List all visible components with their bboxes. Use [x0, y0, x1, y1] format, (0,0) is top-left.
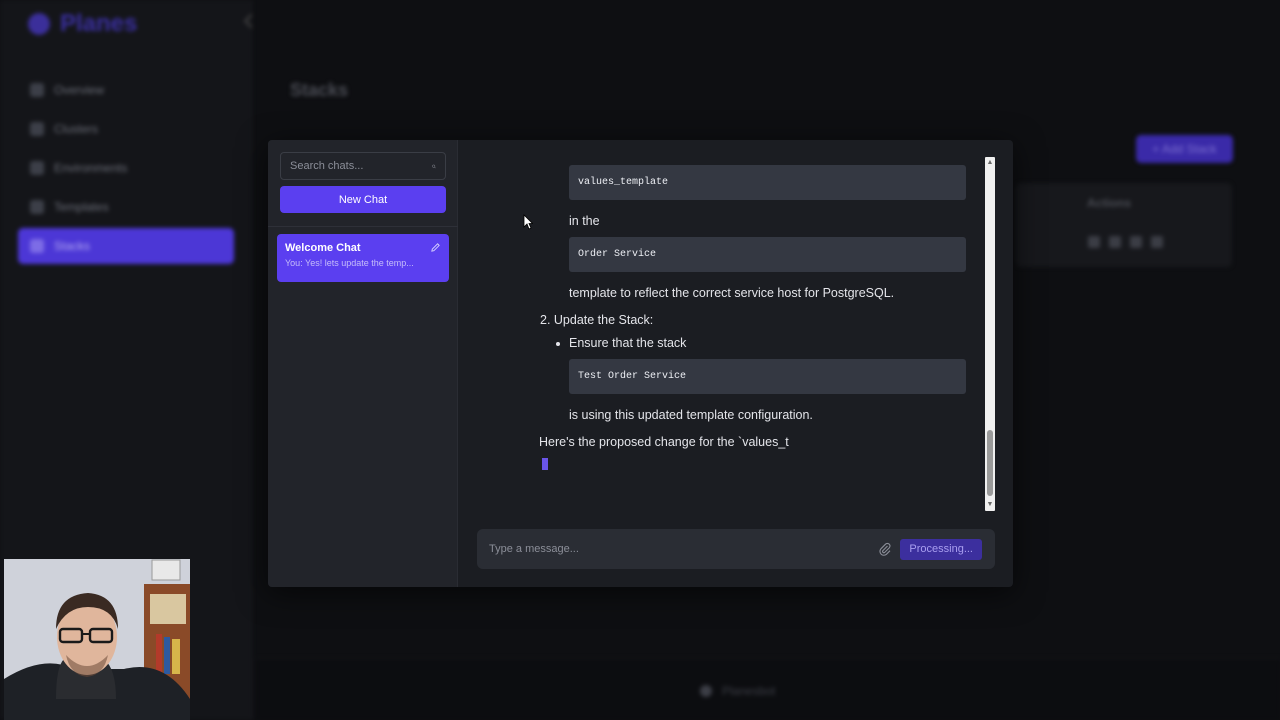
chat-list-item[interactable]: Welcome Chat You: Yes! lets update the t…	[277, 234, 449, 282]
nav-item-templates[interactable]: Templates	[18, 189, 234, 225]
inline-code-block: Order Service	[569, 237, 966, 272]
message-text: template to reflect the correct service …	[569, 286, 895, 300]
step-heading: 2. Update the Stack:	[540, 313, 654, 327]
table-header-actions: Actions	[1087, 196, 1132, 210]
view-icon[interactable]	[1088, 236, 1100, 248]
footer-bot-label[interactable]: Planesbot	[700, 684, 775, 698]
chat-item-title: Welcome Chat	[285, 242, 361, 254]
inline-code-block: Test Order Service	[569, 359, 966, 394]
scroll-down-arrow-icon[interactable]: ▼	[985, 499, 995, 511]
message-composer: Processing...	[477, 529, 995, 569]
paperclip-icon[interactable]	[878, 542, 892, 556]
nav-item-overview[interactable]: Overview	[18, 72, 234, 108]
bot-icon	[700, 685, 712, 697]
nav-item-label: Clusters	[54, 122, 99, 136]
message-text: is using this updated template configura…	[569, 408, 813, 422]
message-text: Ensure that the stack	[569, 336, 687, 350]
settings-icon[interactable]	[1130, 236, 1142, 248]
footer-label-text: Planesbot	[722, 684, 776, 698]
chat-modal: New Chat Welcome Chat You: Yes! lets upd…	[268, 140, 1013, 587]
processing-button[interactable]: Processing...	[900, 538, 982, 560]
app-logo: Planes	[28, 10, 137, 38]
sidebar-divider	[268, 226, 458, 227]
bullet-marker	[556, 342, 560, 346]
row-action-icons	[1088, 236, 1163, 248]
overview-icon	[30, 83, 44, 97]
message-scrollbar[interactable]: ▲ ▼	[985, 157, 995, 511]
scroll-up-arrow-icon[interactable]: ▲	[985, 157, 995, 169]
environments-icon	[30, 161, 44, 175]
nav-item-environments[interactable]: Environments	[18, 150, 234, 186]
search-icon[interactable]	[432, 161, 436, 172]
chat-item-preview: You: Yes! lets update the temp...	[285, 258, 414, 268]
inline-code-block: values_template	[569, 165, 966, 200]
chat-sidebar: New Chat Welcome Chat You: Yes! lets upd…	[268, 140, 458, 587]
chat-main: values_template in the Order Service tem…	[459, 140, 1013, 587]
nav-item-label: Overview	[54, 83, 105, 97]
logo-icon	[28, 13, 50, 35]
message-text: in the	[569, 214, 600, 228]
delete-icon[interactable]	[1151, 236, 1163, 248]
message-input[interactable]	[489, 543, 879, 555]
chat-search[interactable]	[280, 152, 446, 180]
edit-icon[interactable]	[1109, 236, 1121, 248]
templates-icon	[30, 200, 44, 214]
logo-text: Planes	[60, 10, 138, 37]
nav-item-label: Stacks	[54, 239, 91, 253]
webcam-video-frame	[4, 559, 190, 720]
nav-item-label: Templates	[54, 200, 109, 214]
mouse-pointer-icon	[523, 214, 533, 230]
page-title: Stacks	[290, 80, 349, 100]
nav-item-label: Environments	[54, 161, 128, 175]
nav-item-clusters[interactable]: Clusters	[18, 111, 234, 147]
collapse-sidebar-icon[interactable]	[243, 13, 259, 29]
app-nav: Overview Clusters Environments Templates…	[18, 72, 234, 267]
new-chat-button[interactable]: New Chat	[280, 186, 446, 213]
typing-cursor	[542, 458, 548, 470]
message-thread: values_template in the Order Service tem…	[459, 140, 1013, 515]
webcam-overlay	[4, 559, 190, 720]
message-text: Here's the proposed change for the `valu…	[539, 435, 789, 449]
chat-search-input[interactable]	[290, 160, 432, 172]
pencil-icon[interactable]	[430, 242, 441, 253]
scrollbar-thumb[interactable]	[987, 430, 993, 496]
clusters-icon	[30, 122, 44, 136]
add-stack-button[interactable]: + Add Stack	[1136, 135, 1233, 163]
nav-item-stacks[interactable]: Stacks	[18, 228, 234, 264]
stacks-icon	[30, 239, 44, 253]
